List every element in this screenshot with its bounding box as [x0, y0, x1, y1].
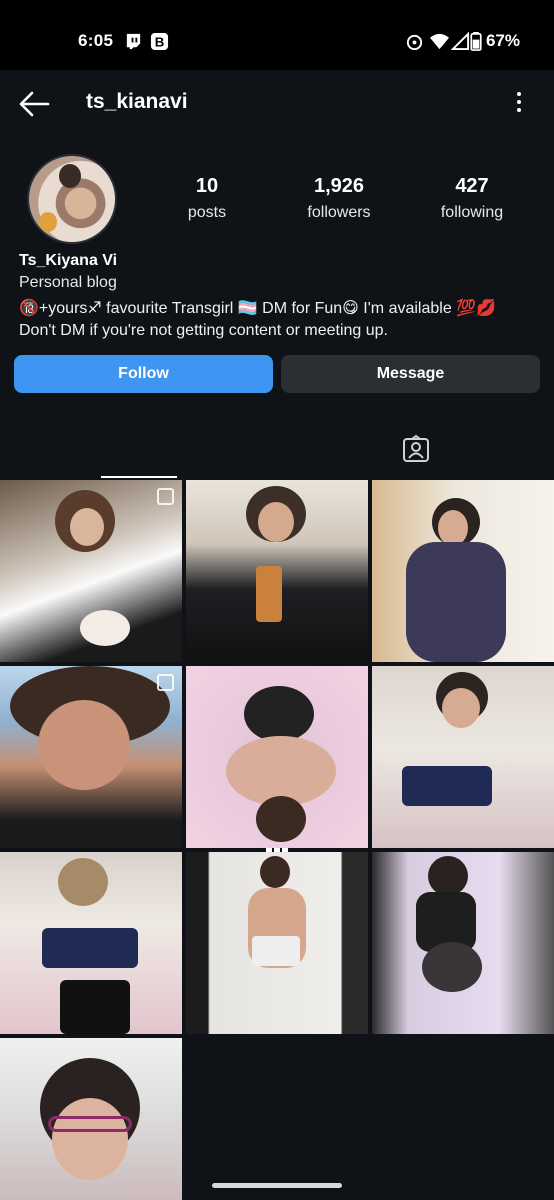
profile-username: ts_kianavi — [86, 90, 188, 113]
home-indicator[interactable] — [212, 1183, 342, 1188]
status-time: 6:05 — [78, 31, 114, 50]
tab-tagged[interactable] — [278, 420, 554, 478]
bio-line-2: Don't DM if you're not getting content o… — [19, 322, 388, 339]
message-button[interactable]: Message — [281, 355, 540, 393]
multi-post-icon — [157, 674, 174, 691]
more-options-icon[interactable] — [514, 92, 524, 116]
stat-posts[interactable]: 10 posts — [147, 175, 267, 222]
bio-line-1: 🔞+yours♐ favourite Transgirl 🏳️‍⚧️ DM fo… — [19, 300, 497, 317]
following-label: following — [440, 204, 504, 221]
twitch-icon — [126, 33, 141, 50]
profile-category: Personal blog — [19, 274, 117, 291]
b-app-icon: B — [150, 32, 169, 51]
post-thumbnail[interactable] — [0, 480, 182, 662]
posts-count: 10 — [195, 175, 219, 197]
follow-button[interactable]: Follow — [14, 355, 273, 393]
stat-following[interactable]: 427 following — [412, 175, 532, 222]
back-arrow-icon[interactable] — [18, 90, 50, 118]
display-name: Ts_Kiyana Vi — [19, 252, 118, 269]
battery-percent: 67% — [485, 31, 520, 50]
tagged-person-icon — [403, 435, 429, 462]
post-thumbnail[interactable] — [0, 1038, 182, 1200]
post-thumbnail[interactable] — [186, 852, 368, 1034]
signal-icon — [451, 32, 470, 51]
profile-screen: ts_kianavi 10 posts 1,926 followers 427 … — [0, 70, 554, 1200]
battery-icon — [470, 32, 482, 51]
stat-followers[interactable]: 1,926 followers — [279, 175, 399, 222]
post-thumbnail[interactable] — [186, 480, 368, 662]
wifi-icon — [430, 33, 449, 50]
avatar[interactable] — [27, 154, 117, 244]
post-thumbnail[interactable] — [186, 666, 368, 848]
multi-post-icon — [157, 488, 174, 505]
post-thumbnail[interactable] — [372, 480, 554, 662]
profile-bio: Ts_Kiyana Vi Personal blog 🔞+yours♐ favo… — [19, 252, 539, 342]
followers-count: 1,926 — [313, 175, 365, 197]
top-bar: ts_kianavi — [0, 70, 554, 138]
svg-text:B: B — [155, 34, 165, 49]
active-tab-indicator — [101, 476, 177, 478]
post-thumbnail[interactable] — [372, 852, 554, 1034]
alarm-icon — [406, 34, 423, 51]
profile-tabs — [0, 420, 554, 870]
post-thumbnail[interactable] — [372, 666, 554, 848]
post-thumbnail[interactable] — [0, 666, 182, 848]
followers-label: followers — [307, 204, 371, 221]
post-thumbnail[interactable] — [0, 852, 182, 1034]
following-count: 427 — [455, 175, 489, 197]
posts-label: posts — [187, 204, 227, 221]
